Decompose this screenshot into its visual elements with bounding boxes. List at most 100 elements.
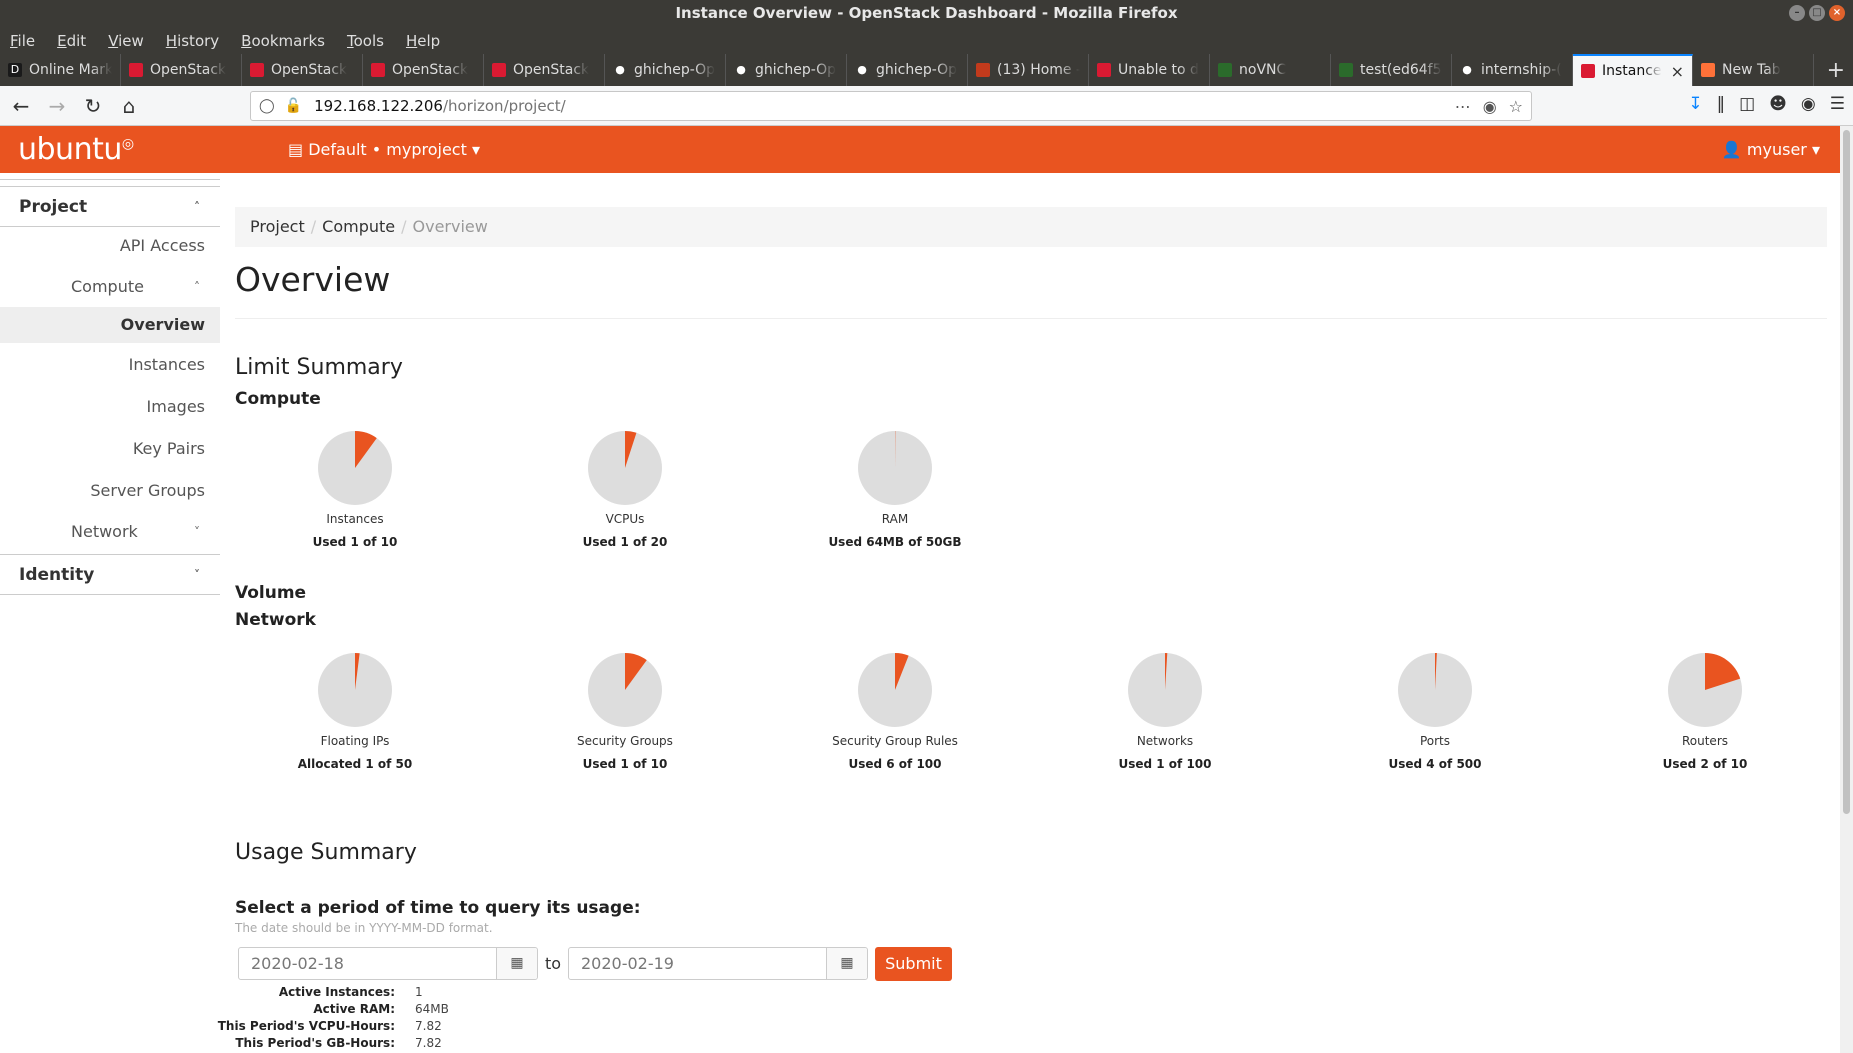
tab-7[interactable]: ● ghichep-Op <box>847 54 968 86</box>
breadcrumb-current: Overview <box>412 217 488 236</box>
sidebar-item-key-pairs[interactable]: Key Pairs <box>0 431 220 467</box>
usage-stat-label: Active RAM: <box>313 1002 395 1016</box>
routers-pie-chart <box>1668 653 1742 727</box>
ubuntu-logo[interactable]: ubuntu◎ <box>18 132 134 167</box>
project-selector[interactable]: ▤ Default • myproject ▾ <box>288 140 480 159</box>
project-list-icon: ▤ <box>288 140 304 159</box>
sidebar-item-overview[interactable]: Overview <box>0 307 220 343</box>
home-icon[interactable]: ⌂ <box>114 91 144 121</box>
tab-label: Instance <box>1602 63 1662 79</box>
tab-label: ghichep-Op <box>876 62 958 78</box>
limit-ram: RAM Used 64MB of 50GB <box>795 430 995 549</box>
tab-6[interactable]: ● ghichep-Op <box>726 54 847 86</box>
security-groups-usage: Used 1 of 10 <box>582 757 668 771</box>
library-icon[interactable]: ‖ <box>1717 94 1726 114</box>
instances-label: Instances <box>326 512 384 526</box>
ports-usage: Used 4 of 500 <box>1388 757 1482 771</box>
networks-usage: Used 1 of 100 <box>1118 757 1212 771</box>
sidebar-compute[interactable]: Compute ˄ <box>0 269 220 305</box>
tab-1[interactable]: OpenStack <box>121 54 242 86</box>
tab-favicon-icon <box>1581 64 1595 78</box>
downloads-icon[interactable]: ↧ <box>1688 94 1702 114</box>
security-groups-pie-chart <box>588 653 662 727</box>
tab-13[interactable]: Instance × <box>1573 54 1693 86</box>
sidebar-item-server-groups[interactable]: Server Groups <box>0 473 220 509</box>
back-icon[interactable]: ← <box>6 91 36 121</box>
menu-help[interactable]: Help <box>406 32 440 50</box>
tab-favicon-icon: D <box>8 63 22 77</box>
usage-stats: Active Instances: 1 Active RAM: 64MB This Pe… <box>218 985 635 1053</box>
user-menu[interactable]: 👤 myuser ▾ <box>1722 140 1820 159</box>
tab-label: test(ed64f5 <box>1360 62 1442 78</box>
forward-icon[interactable]: → <box>42 91 72 121</box>
menu-tools[interactable]: Tools <box>347 32 384 50</box>
bookmark-star-icon[interactable]: ☆ <box>1509 97 1523 116</box>
page-actions-icon[interactable]: ⋯ <box>1455 97 1471 116</box>
breadcrumb-project[interactable]: Project <box>250 217 305 236</box>
tab-0[interactable]: D Online Mark <box>0 54 121 86</box>
maximize-icon[interactable]: □ <box>1809 5 1825 21</box>
sidebar-toggle-icon[interactable]: ◫ <box>1739 94 1755 114</box>
tab-11[interactable]: test(ed64f5 <box>1331 54 1452 86</box>
tab-4[interactable]: OpenStack <box>484 54 605 86</box>
new-tab-icon[interactable]: + <box>1827 58 1845 83</box>
chevron-down-icon: ˅ <box>194 568 200 582</box>
close-tab-icon[interactable]: × <box>1671 62 1684 81</box>
sidebar-network[interactable]: Network ˅ <box>0 514 220 550</box>
tab-8[interactable]: (13) Home - <box>968 54 1089 86</box>
sidebar-item-instances[interactable]: Instances <box>0 347 220 383</box>
pocket-icon[interactable]: ◉ <box>1483 97 1497 116</box>
tab-favicon-icon <box>250 63 264 77</box>
end-date-input[interactable]: 2020-02-19 <box>569 948 827 979</box>
tab-favicon-icon: ● <box>734 63 748 77</box>
network-heading: Network <box>235 610 316 630</box>
menu-view[interactable]: View <box>108 32 144 50</box>
tab-14[interactable]: New Tab <box>1693 54 1814 86</box>
shield-icon[interactable]: ◯ <box>259 98 275 114</box>
end-date-field[interactable]: 2020-02-19 ▦ <box>568 947 868 980</box>
usage-summary-heading: Usage Summary <box>235 840 417 865</box>
start-date-input[interactable]: 2020-02-18 <box>239 948 497 979</box>
calendar-icon[interactable]: ▦ <box>497 948 537 979</box>
scrollbar-thumb[interactable] <box>1843 130 1850 814</box>
account-icon[interactable]: ☻ <box>1769 94 1787 114</box>
vcpus-pie-chart <box>588 431 662 505</box>
menu-edit[interactable]: Edit <box>57 32 86 50</box>
sidebar-project[interactable]: Project ˄ <box>0 186 220 227</box>
tab-12[interactable]: ● internship-( <box>1452 54 1573 86</box>
start-date-field[interactable]: 2020-02-18 ▦ <box>238 947 538 980</box>
tab-2[interactable]: OpenStack <box>242 54 363 86</box>
tab-10[interactable]: noVNC <box>1210 54 1331 86</box>
menu-file[interactable]: File <box>10 32 35 50</box>
breadcrumb-compute[interactable]: Compute <box>322 217 395 236</box>
hamburger-menu-icon[interactable]: ☰ <box>1830 94 1845 114</box>
volume-heading: Volume <box>235 583 307 603</box>
user-icon: 👤 <box>1721 140 1742 159</box>
sidebar-item-api-access[interactable]: API Access <box>0 228 220 264</box>
window-controls: – □ × <box>1789 5 1845 21</box>
security-group-rules-pie-chart <box>858 653 932 727</box>
url-bar[interactable]: ◯ 🔓 192.168.122.206/horizon/project/ ⋯ ◉… <box>250 91 1532 121</box>
menu-history[interactable]: History <box>166 32 219 50</box>
submit-button[interactable]: Submit <box>875 947 952 981</box>
ram-pie-chart <box>858 430 932 505</box>
menu-bookmarks[interactable]: Bookmarks <box>241 32 325 50</box>
page-scrollbar[interactable] <box>1840 126 1853 1053</box>
sidebar-item-images[interactable]: Images <box>0 389 220 425</box>
close-window-icon[interactable]: × <box>1829 5 1845 21</box>
tab-3[interactable]: OpenStack <box>363 54 484 86</box>
extension-icon[interactable]: ◉ <box>1801 94 1816 114</box>
app-header: ubuntu◎ ▤ Default • myproject ▾ 👤 myuser… <box>0 126 1840 173</box>
date-format-hint: The date should be in YYYY-MM-DD format. <box>235 921 493 935</box>
tab-favicon-icon <box>371 63 385 77</box>
insecure-lock-icon[interactable]: 🔓 <box>285 98 302 114</box>
window-title: Instance Overview - OpenStack Dashboard … <box>675 4 1178 22</box>
minimize-icon[interactable]: – <box>1789 5 1805 21</box>
tab-5[interactable]: ● ghichep-Op <box>605 54 726 86</box>
tab-label: noVNC <box>1239 62 1287 78</box>
ports-label: Ports <box>1419 734 1451 748</box>
sidebar-identity[interactable]: Identity ˅ <box>0 554 220 595</box>
tab-9[interactable]: Unable to d <box>1089 54 1210 86</box>
reload-icon[interactable]: ↻ <box>78 91 108 121</box>
calendar-icon[interactable]: ▦ <box>827 948 867 979</box>
